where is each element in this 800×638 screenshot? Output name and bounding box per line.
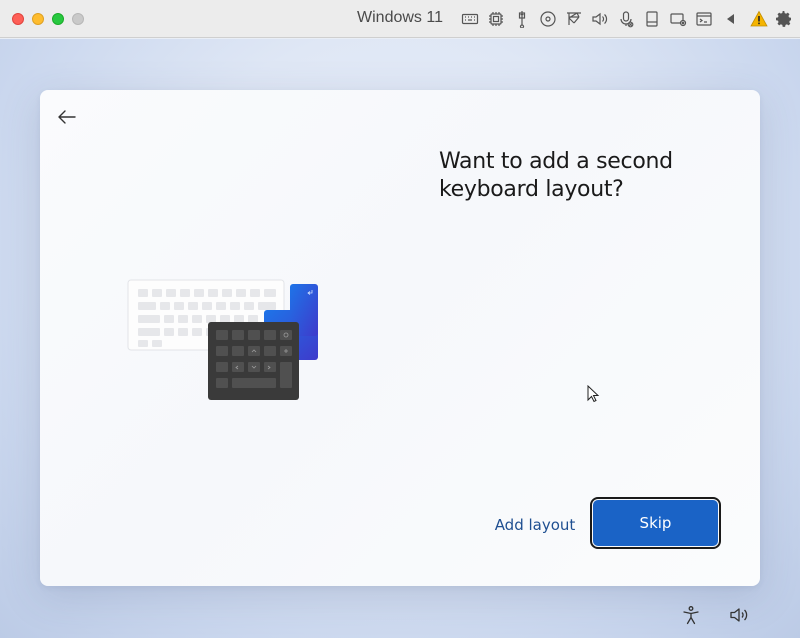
play-icon[interactable] [722,10,740,28]
close-window-button[interactable] [12,13,24,25]
disabled-window-button [72,13,84,25]
warning-icon[interactable] [750,10,768,28]
skip-button[interactable]: Skip [590,497,721,549]
network-icon[interactable] [565,10,583,28]
page-title: Want to add a second keyboard layout? [439,149,673,202]
keyboard-icon[interactable] [461,10,479,28]
vm-title-bar: Windows 11 [0,0,800,38]
volume-icon[interactable] [728,604,750,626]
minimize-window-button[interactable] [32,13,44,25]
back-arrow-icon[interactable] [54,104,80,130]
mouse-cursor-icon [587,384,601,403]
zoom-window-button[interactable] [52,13,64,25]
usb-icon[interactable] [513,10,531,28]
optical-disc-icon[interactable] [539,10,557,28]
storage-icon[interactable] [643,10,661,28]
audio-icon[interactable] [591,10,609,28]
accessibility-icon[interactable] [680,604,702,626]
vm-window-title: Windows 11 [357,9,443,26]
keyboard-illustration [126,278,322,410]
terminal-icon[interactable] [695,10,713,28]
microphone-icon[interactable] [617,10,635,28]
settings-gear-icon[interactable] [775,10,793,28]
oobe-dialog: Want to add a second keyboard layout? Ad… [40,90,760,586]
display-icon[interactable] [669,10,687,28]
add-layout-link[interactable]: Add layout [487,514,583,536]
cpu-icon[interactable] [487,10,505,28]
